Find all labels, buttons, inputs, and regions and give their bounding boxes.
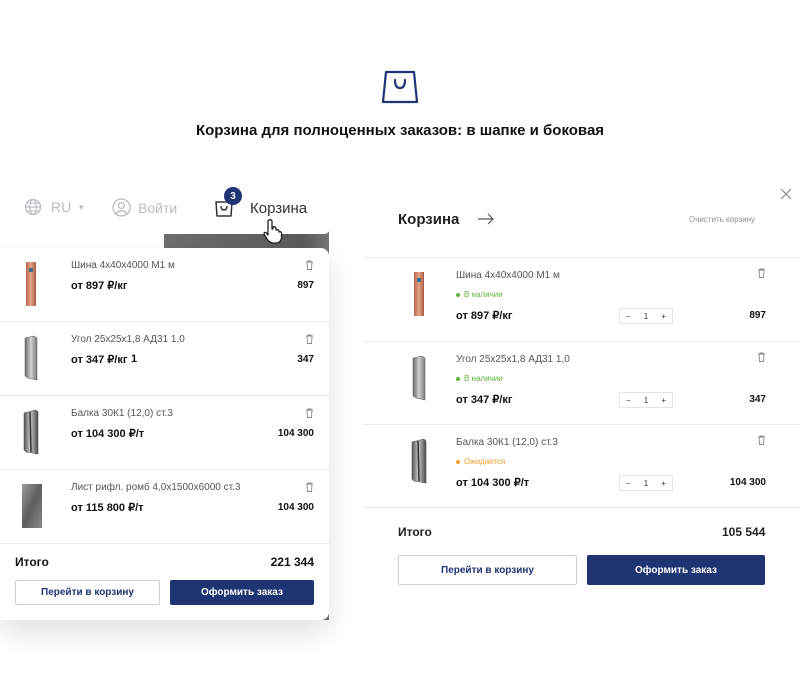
product-sum: 347	[297, 354, 314, 365]
side-cart-item[interactable]: Балка 30К1 (12,0) ст.3 Ожидается от 104 …	[363, 425, 800, 509]
product-sum: 104 300	[729, 477, 766, 488]
shopping-bag-icon	[381, 70, 419, 104]
product-thumbnail	[23, 409, 39, 455]
product-name[interactable]: Шина 4х40х4000 М1 м	[456, 270, 560, 281]
product-sum: 104 300	[277, 428, 314, 439]
cart-label: Корзина	[250, 199, 308, 217]
product-price: от 104 300 ₽/т	[71, 428, 145, 440]
quantity-value[interactable]: 1	[644, 312, 648, 321]
language-label: RU	[51, 199, 72, 215]
side-cart-title[interactable]: Корзина	[398, 211, 459, 228]
plus-icon[interactable]: +	[661, 396, 666, 405]
user-icon	[112, 198, 131, 217]
divider	[363, 507, 800, 508]
minus-icon[interactable]: −	[626, 396, 631, 405]
go-to-cart-button[interactable]: Перейти в корзину	[15, 580, 160, 605]
go-to-cart-button[interactable]: Перейти в корзину	[398, 555, 577, 585]
quantity-stepper[interactable]: − 1 +	[619, 308, 673, 324]
clear-cart-link[interactable]: Очистить корзину	[689, 215, 755, 224]
stock-status: В наличии	[456, 290, 503, 299]
product-price: от 115 800 ₽/т	[71, 502, 144, 514]
product-price: от 897 ₽/кг	[71, 280, 128, 292]
arrow-right-icon[interactable]	[477, 213, 495, 225]
cart-count-badge: 3	[224, 187, 242, 205]
product-thumbnail	[414, 272, 424, 316]
quantity-value[interactable]: 1	[644, 479, 648, 488]
trash-icon[interactable]	[305, 334, 314, 344]
header-cart-dropdown: Шина 4х40х4000 М1 м от 897 ₽/кг 897 Угол…	[0, 248, 329, 620]
status-dot	[456, 292, 460, 297]
login-label: Войти	[138, 199, 178, 216]
quantity-stepper[interactable]: − 1 +	[619, 475, 673, 491]
total-label: Итого	[15, 555, 49, 569]
total-label: Итого	[398, 525, 432, 539]
product-sum: 347	[749, 394, 766, 405]
login-link[interactable]: Войти	[112, 198, 177, 217]
product-thumbnail	[411, 438, 427, 484]
dropdown-cart-item[interactable]: Шина 4х40х4000 М1 м от 897 ₽/кг 897	[0, 248, 329, 322]
product-name[interactable]: Угол 25х25х1,8 АД31 1,0	[71, 334, 185, 345]
product-qty: 1	[131, 353, 138, 365]
product-name[interactable]: Шина 4х40х4000 М1 м	[71, 260, 175, 271]
stock-label: В наличии	[464, 290, 503, 299]
plus-icon[interactable]: +	[661, 312, 666, 321]
product-thumbnail	[24, 335, 38, 381]
product-name[interactable]: Балка 30К1 (12,0) ст.3	[456, 437, 558, 448]
chevron-down-icon: ▼	[77, 202, 86, 212]
quantity-stepper[interactable]: − 1 +	[619, 392, 673, 408]
product-thumbnail	[22, 484, 42, 528]
stock-status: В наличии	[456, 374, 503, 383]
checkout-button[interactable]: Оформить заказ	[587, 555, 765, 585]
stock-label: Ожидается	[464, 457, 506, 466]
dropdown-cart-item[interactable]: Балка 30К1 (12,0) ст.3 от 104 300 ₽/т 10…	[0, 396, 329, 470]
close-icon[interactable]	[780, 188, 792, 200]
product-name[interactable]: Лист рифл. ромб 4,0х1500х6000 ст.3	[71, 482, 240, 493]
trash-icon[interactable]	[757, 435, 766, 445]
product-sum: 104 300	[277, 502, 314, 513]
quantity-value[interactable]: 1	[644, 396, 648, 405]
product-thumbnail	[412, 355, 426, 401]
minus-icon[interactable]: −	[626, 479, 631, 488]
product-sum: 897	[297, 280, 314, 291]
globe-icon	[24, 198, 42, 216]
product-name[interactable]: Угол 25х25х1,8 АД31 1,0	[456, 354, 570, 365]
stock-label: В наличии	[464, 374, 503, 383]
dropdown-cart-item[interactable]: Угол 25х25х1,8 АД31 1,0 от 347 ₽/кг 1 34…	[0, 322, 329, 396]
product-price: от 347 ₽/кг	[71, 354, 128, 366]
product-price: от 897 ₽/кг	[456, 310, 513, 322]
status-dot	[456, 459, 460, 464]
trash-icon[interactable]	[305, 408, 314, 418]
product-sum: 897	[749, 310, 766, 321]
stock-status: Ожидается	[456, 457, 505, 466]
total-value: 221 344	[270, 555, 314, 569]
page-title: Корзина для полноценных заказов: в шапке…	[195, 122, 605, 139]
status-dot	[456, 376, 460, 381]
trash-icon[interactable]	[305, 260, 314, 270]
language-selector[interactable]: RU ▼	[24, 198, 85, 216]
checkout-button[interactable]: Оформить заказ	[170, 580, 314, 605]
side-cart-item[interactable]: Шина 4х40х4000 М1 м В наличии от 897 ₽/к…	[363, 258, 800, 342]
product-price: от 347 ₽/кг	[456, 394, 513, 406]
side-cart-item[interactable]: Угол 25х25х1,8 АД31 1,0 В наличии от 347…	[363, 342, 800, 426]
trash-icon[interactable]	[305, 482, 314, 492]
hand-pointer-icon	[263, 219, 283, 244]
minus-icon[interactable]: −	[626, 312, 631, 321]
plus-icon[interactable]: +	[661, 479, 666, 488]
header-cart-button[interactable]: 3 Корзина	[214, 187, 308, 218]
product-price: от 104 300 ₽/т	[456, 477, 530, 489]
trash-icon[interactable]	[757, 352, 766, 362]
dropdown-cart-item[interactable]: Лист рифл. ромб 4,0х1500х6000 ст.3 от 11…	[0, 470, 329, 544]
trash-icon[interactable]	[757, 268, 766, 278]
product-name[interactable]: Балка 30К1 (12,0) ст.3	[71, 408, 173, 419]
product-thumbnail	[26, 262, 36, 306]
total-value: 105 544	[722, 525, 766, 539]
